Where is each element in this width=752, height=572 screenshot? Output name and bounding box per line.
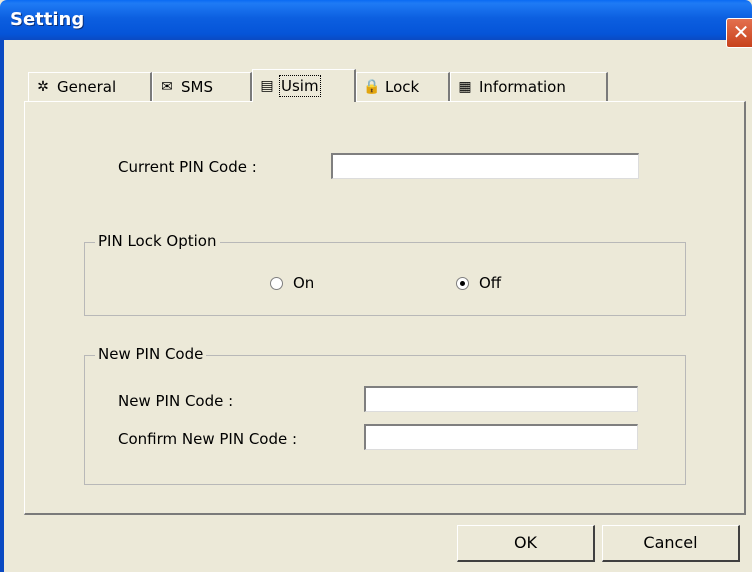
confirm-pin-input[interactable] bbox=[364, 424, 638, 450]
title-bar[interactable]: Setting ✕ bbox=[0, 0, 752, 48]
confirm-pin-label: Confirm New PIN Code : bbox=[118, 430, 298, 448]
tab-lock[interactable]: 🔒 Lock bbox=[356, 72, 450, 101]
window-title: Setting bbox=[10, 9, 85, 30]
new-pin-input[interactable] bbox=[364, 386, 638, 412]
tab-label: Information bbox=[479, 78, 566, 96]
gear-icon: ✲ bbox=[37, 79, 49, 95]
sim-card-icon: ▤ bbox=[260, 78, 274, 94]
tab-usim[interactable]: ▤ Usim bbox=[252, 69, 356, 102]
radio-on-indicator bbox=[270, 276, 283, 290]
current-pin-input[interactable] bbox=[331, 153, 639, 179]
pin-lock-group: PIN Lock Option bbox=[84, 232, 686, 316]
close-button[interactable]: ✕ bbox=[726, 18, 752, 48]
new-pin-label: New PIN Code : bbox=[118, 392, 234, 410]
current-pin-label: Current PIN Code : bbox=[118, 158, 257, 176]
radio-off-indicator bbox=[456, 276, 469, 290]
new-pin-group: New PIN Code bbox=[84, 345, 686, 485]
radio-off-label: Off bbox=[479, 274, 502, 292]
tab-label: Lock bbox=[385, 78, 420, 96]
tab-label: SMS bbox=[181, 78, 213, 96]
radio-on[interactable]: On bbox=[270, 274, 314, 292]
ok-button[interactable]: OK bbox=[457, 525, 595, 562]
tab-label: Usim bbox=[279, 75, 321, 97]
envelope-icon: ✉ bbox=[161, 79, 173, 95]
cancel-button[interactable]: Cancel bbox=[602, 525, 740, 562]
tab-sms[interactable]: ✉ SMS bbox=[152, 72, 252, 101]
lock-icon: 🔒 bbox=[363, 79, 381, 95]
close-icon: ✕ bbox=[732, 20, 750, 44]
window-frame bbox=[0, 40, 4, 572]
tab-label: General bbox=[57, 78, 117, 96]
pin-lock-legend: PIN Lock Option bbox=[95, 232, 220, 250]
radio-on-label: On bbox=[293, 274, 315, 292]
tab-information[interactable]: ▦ Information bbox=[450, 72, 608, 101]
tab-general[interactable]: ✲ General bbox=[28, 72, 152, 101]
document-icon: ▦ bbox=[458, 79, 472, 95]
new-pin-legend: New PIN Code bbox=[95, 345, 207, 363]
radio-off[interactable]: Off bbox=[456, 274, 501, 292]
